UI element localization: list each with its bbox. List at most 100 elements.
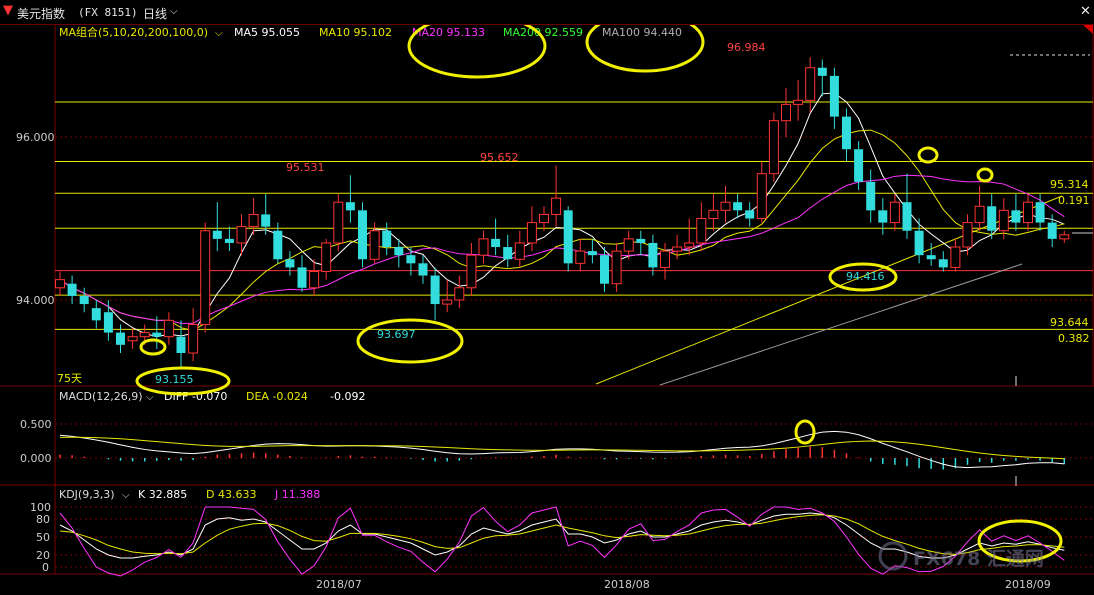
candles	[55, 57, 1070, 369]
candle-body-79	[1011, 210, 1021, 223]
candle-body-36	[491, 238, 501, 248]
candle-body-24	[345, 202, 355, 211]
horizontal-levels	[55, 101, 1093, 330]
candle-body-23	[333, 201, 344, 244]
price-axis-label-94: 94.000	[16, 294, 55, 307]
candle-body-13	[212, 230, 222, 239]
high1-label: 95.531	[286, 161, 325, 174]
macd-diff-label: DIFF -0.070	[164, 390, 227, 403]
candle-body-54	[708, 209, 719, 220]
candle-body-2	[79, 295, 89, 305]
candle-body-75	[962, 222, 973, 248]
macd-dea-line	[59, 436, 1065, 460]
macd-legend-name[interactable]: MACD(12,26,9)	[59, 390, 143, 403]
candle-body-37	[503, 247, 513, 260]
kdj-d-label: D 43.633	[206, 488, 256, 501]
x-label-aug: 2018/08	[604, 578, 650, 591]
macd-dea-label: DEA -0.024	[246, 390, 308, 403]
candle-body-64	[829, 75, 839, 117]
days-label: 75天	[57, 372, 82, 385]
ma-legend-chevron-icon[interactable]: ⌵	[215, 28, 223, 39]
kdj-j-label: J 11.388	[274, 488, 320, 501]
highlight-ellipse-top1	[917, 146, 939, 164]
candle-body-69	[889, 201, 900, 224]
candle-body-9	[163, 319, 174, 338]
candle-body-18	[273, 230, 283, 260]
candle-body-6	[127, 336, 138, 342]
candle-body-59	[768, 120, 779, 175]
kdj-axis-label-80: 80	[36, 513, 50, 526]
candle-body-33	[454, 287, 465, 301]
x-label-sep: 2018/09	[1005, 578, 1051, 591]
macd-value-label: -0.092	[330, 390, 365, 403]
kdj-legend-chevron-icon[interactable]: ⌵	[122, 490, 130, 501]
candle-body-12	[200, 230, 211, 325]
macd-axis-label-0: 0.000	[20, 452, 52, 465]
candle-body-81	[1035, 202, 1045, 223]
candle-body-21	[309, 270, 320, 289]
candle-body-20	[297, 267, 307, 288]
kdj-axis-label-50: 50	[36, 531, 50, 544]
candle-body-68	[878, 210, 888, 223]
macd-legend-chevron-icon[interactable]: ⌵	[146, 392, 154, 403]
candle-body-45	[600, 255, 609, 284]
kdj-k-label: K 32.885	[138, 488, 187, 501]
candle-body-15	[236, 226, 247, 244]
candle-body-31	[430, 275, 440, 305]
candle-body-44	[587, 251, 597, 256]
candle-body-34	[466, 254, 477, 289]
candle-body-58	[756, 173, 767, 220]
candle-body-39	[526, 222, 537, 244]
candle-body-4	[103, 312, 113, 333]
candle-body-47	[623, 238, 634, 252]
candle-body-30	[418, 263, 428, 276]
candle-body-28	[394, 247, 404, 256]
candle-body-26	[369, 230, 380, 260]
dropdown-arrow-icon[interactable]: ▼	[3, 3, 13, 18]
candle-body-29	[406, 255, 416, 264]
instrument-symbol: (FX 8151)	[78, 6, 138, 19]
fib-high-ratio: 0.191	[1058, 194, 1090, 207]
low1-label: 93.155	[155, 373, 194, 386]
candle-body-57	[745, 210, 755, 219]
high3-label: 96.984	[727, 41, 766, 54]
candle-body-51	[672, 246, 683, 252]
candle-body-17	[261, 214, 271, 227]
candle-body-0	[55, 279, 65, 289]
highlight-ellipse-low2	[356, 318, 464, 364]
candle-body-72	[926, 255, 936, 260]
instrument-title[interactable]: 美元指数	[17, 5, 65, 22]
ma10-label: MA10 95.102	[319, 26, 392, 39]
period-chevron-icon[interactable]: ⌵	[170, 6, 178, 17]
candle-body-55	[720, 201, 731, 211]
candle-body-32	[442, 299, 453, 305]
candle-body-14	[224, 238, 234, 243]
highlight-ellipse-top2	[976, 167, 994, 183]
fib-low-ratio: 0.382	[1058, 332, 1090, 345]
candle-body-73	[938, 259, 948, 268]
period-selector[interactable]: 日线	[143, 5, 167, 22]
watermark-logo-icon	[878, 541, 908, 571]
candle-body-56	[733, 202, 743, 211]
close-icon[interactable]: ✕	[1080, 4, 1091, 19]
candle-body-48	[636, 238, 646, 243]
candle-body-10	[176, 336, 186, 353]
candle-body-35	[478, 238, 489, 256]
ma-legend-name[interactable]: MA组合(5,10,20,200,100,0)	[59, 25, 208, 39]
candle-body-49	[648, 242, 658, 268]
candle-body-3	[91, 308, 101, 321]
corner-marker-icon	[1082, 24, 1093, 34]
candle-body-61	[793, 99, 804, 105]
candle-body-60	[781, 103, 791, 122]
title-bar: ▼ 美元指数 (FX 8151) 日线 ⌵ ✕	[0, 0, 1094, 25]
candle-body-38	[514, 242, 525, 260]
candle-body-1	[67, 283, 77, 296]
candle-body-74	[950, 246, 961, 268]
candle-body-25	[358, 210, 367, 260]
candle-body-40	[539, 213, 549, 224]
candle-body-22	[321, 242, 332, 272]
kdj-legend-name[interactable]: KDJ(9,3,3)	[59, 488, 115, 501]
low2-label: 93.697	[377, 328, 416, 341]
highlight-ellipse-small1	[139, 338, 167, 356]
watermark-text: FX678 汇通网	[913, 548, 1044, 570]
